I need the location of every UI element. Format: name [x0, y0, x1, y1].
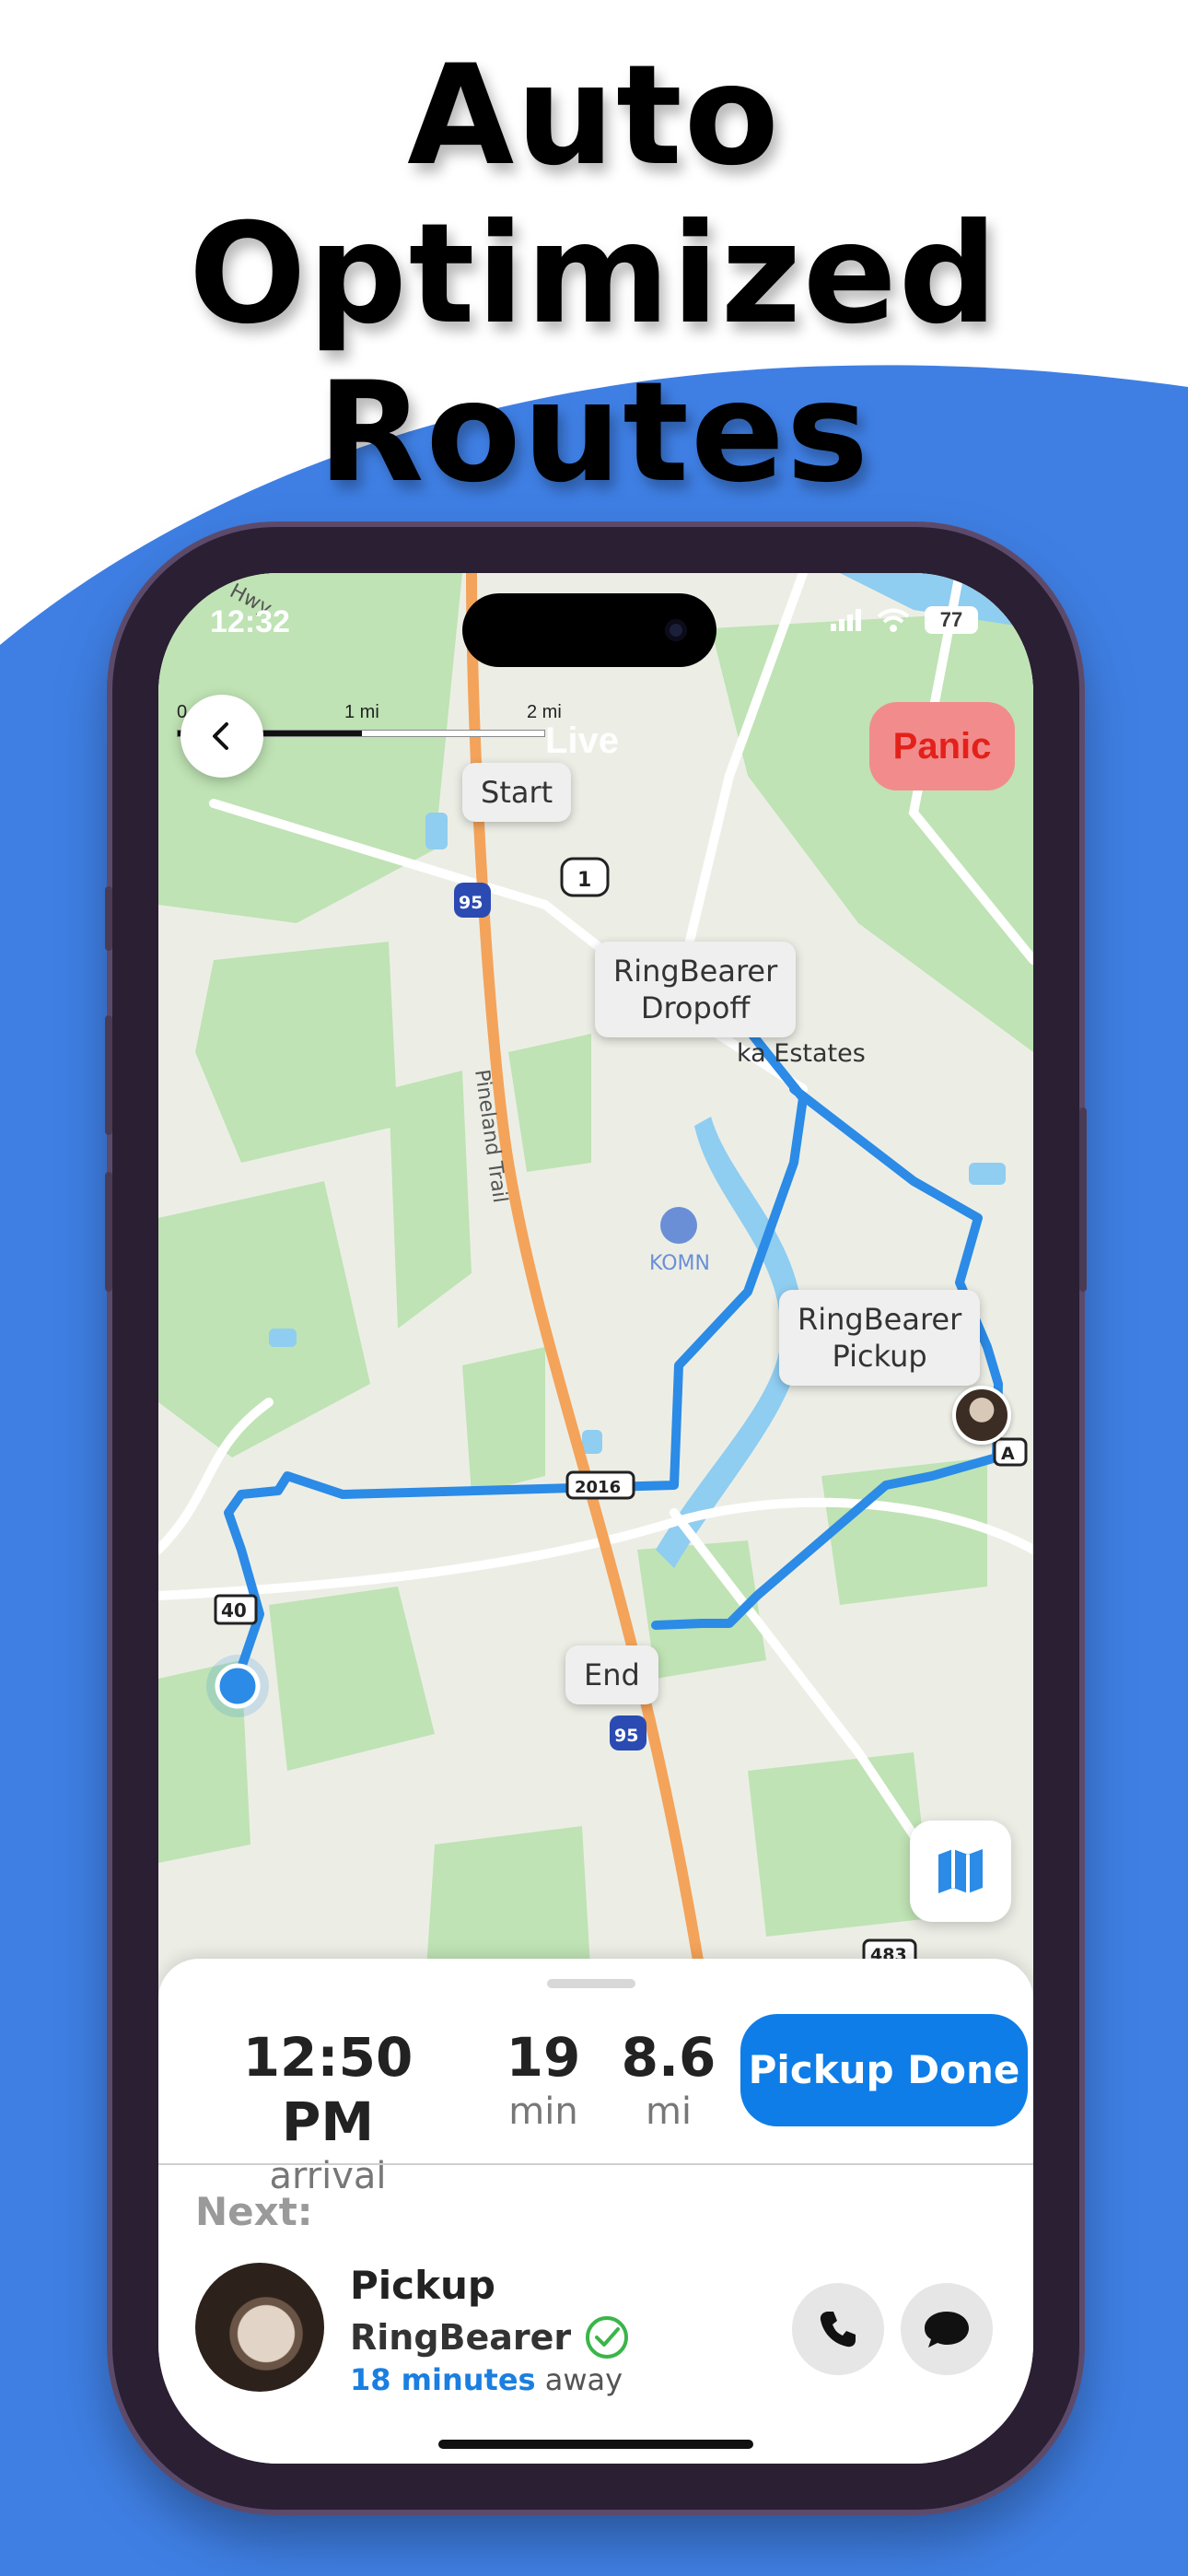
minutes-value: 19 — [506, 2026, 581, 2089]
message-button[interactable] — [901, 2283, 993, 2375]
dynamic-island — [462, 593, 716, 667]
phone-frame: KOMN Pineland Trail Hwy ka Estates 95 1 … — [105, 527, 1087, 2510]
passenger-name-text: RingBearer — [350, 2317, 572, 2358]
eta-minutes: 18 minutes — [350, 2362, 536, 2397]
wifi-icon — [877, 608, 910, 632]
signal-icon — [831, 609, 861, 631]
eta-suffix: away — [544, 2362, 623, 2397]
call-button[interactable] — [792, 2283, 884, 2375]
home-indicator — [438, 2440, 753, 2449]
passenger-avatar — [195, 2263, 324, 2392]
chevron-left-icon — [213, 722, 228, 750]
status-time: 12:32 — [210, 604, 290, 639]
estates-label: ka Estates — [737, 1039, 866, 1068]
live-label: Live — [545, 720, 620, 761]
pickup-done-button[interactable]: Pickup Done — [740, 2014, 1028, 2126]
svg-text:1: 1 — [577, 869, 591, 892]
map-icon — [938, 1849, 983, 1893]
camera-icon — [665, 619, 687, 641]
road-a-shield: A — [993, 1437, 1028, 1467]
headline: Auto Optimized Routes — [0, 37, 1188, 512]
callout-dropoff[interactable]: RingBearer Dropoff — [595, 942, 797, 1037]
map-mode-button[interactable] — [910, 1821, 1011, 1922]
trip-bottom-sheet: 12:50 PM arrival 19 min 8.6 mi Pickup Do… — [158, 1959, 1033, 2464]
phone-power-button — [1079, 1107, 1087, 1292]
miles-value: 8.6 — [621, 2026, 716, 2089]
svg-text:A: A — [1001, 1444, 1015, 1464]
sheet-grabber[interactable] — [547, 1979, 635, 1988]
next-heading: Next: — [195, 2189, 313, 2234]
us1-shield: 1 — [560, 857, 610, 897]
current-location-dot — [215, 1663, 261, 1709]
panic-button[interactable]: Panic — [869, 702, 1015, 790]
airport-label: KOMN — [649, 1252, 710, 1275]
chat-bubble-icon — [925, 2312, 969, 2348]
headline-line-1: Auto Optimized — [188, 36, 1000, 355]
arrival-value: 12:50 PM — [242, 2026, 413, 2153]
minutes-stat: 19 min — [499, 2025, 588, 2134]
callout-pickup[interactable]: RingBearer Pickup — [779, 1290, 981, 1386]
svg-text:95: 95 — [459, 893, 483, 913]
sheet-divider — [158, 2163, 1033, 2165]
i95-south-shield: 95 — [610, 1715, 646, 1751]
callout-start[interactable]: Start — [462, 763, 572, 822]
cr2016-shield: 2016 — [565, 1470, 635, 1500]
svg-text:40: 40 — [221, 1599, 247, 1622]
svg-text:2016: 2016 — [575, 1478, 621, 1497]
status-icons: 77 — [831, 606, 978, 634]
back-button[interactable] — [181, 695, 263, 778]
phone-icon — [820, 2312, 856, 2348]
svg-text:95: 95 — [614, 1726, 638, 1746]
scale-label-1: 1 mi — [344, 702, 379, 722]
phone-volume-down — [105, 1172, 112, 1292]
miles-stat: 8.6 mi — [619, 2025, 718, 2134]
sr40-shield: 40 — [214, 1594, 258, 1625]
driver-avatar-pin[interactable] — [952, 1386, 1011, 1445]
minutes-unit: min — [508, 2090, 578, 2133]
arrival-stat: 12:50 PM arrival — [193, 2025, 462, 2198]
next-stop-type: Pickup — [350, 2263, 495, 2308]
miles-unit: mi — [645, 2090, 693, 2133]
i95-shield: 95 — [454, 883, 491, 918]
phone-volume-up — [105, 1015, 112, 1135]
next-eta: 18 minutes away — [350, 2362, 623, 2397]
phone-action-button — [105, 886, 112, 951]
phone-screen: KOMN Pineland Trail Hwy ka Estates 95 1 … — [158, 573, 1033, 2464]
verified-check-icon — [586, 2316, 629, 2359]
callout-end[interactable]: End — [565, 1645, 658, 1704]
battery-indicator: 77 — [925, 606, 978, 634]
headline-line-2: Routes — [317, 353, 871, 513]
next-passenger-name: RingBearer — [350, 2314, 630, 2360]
